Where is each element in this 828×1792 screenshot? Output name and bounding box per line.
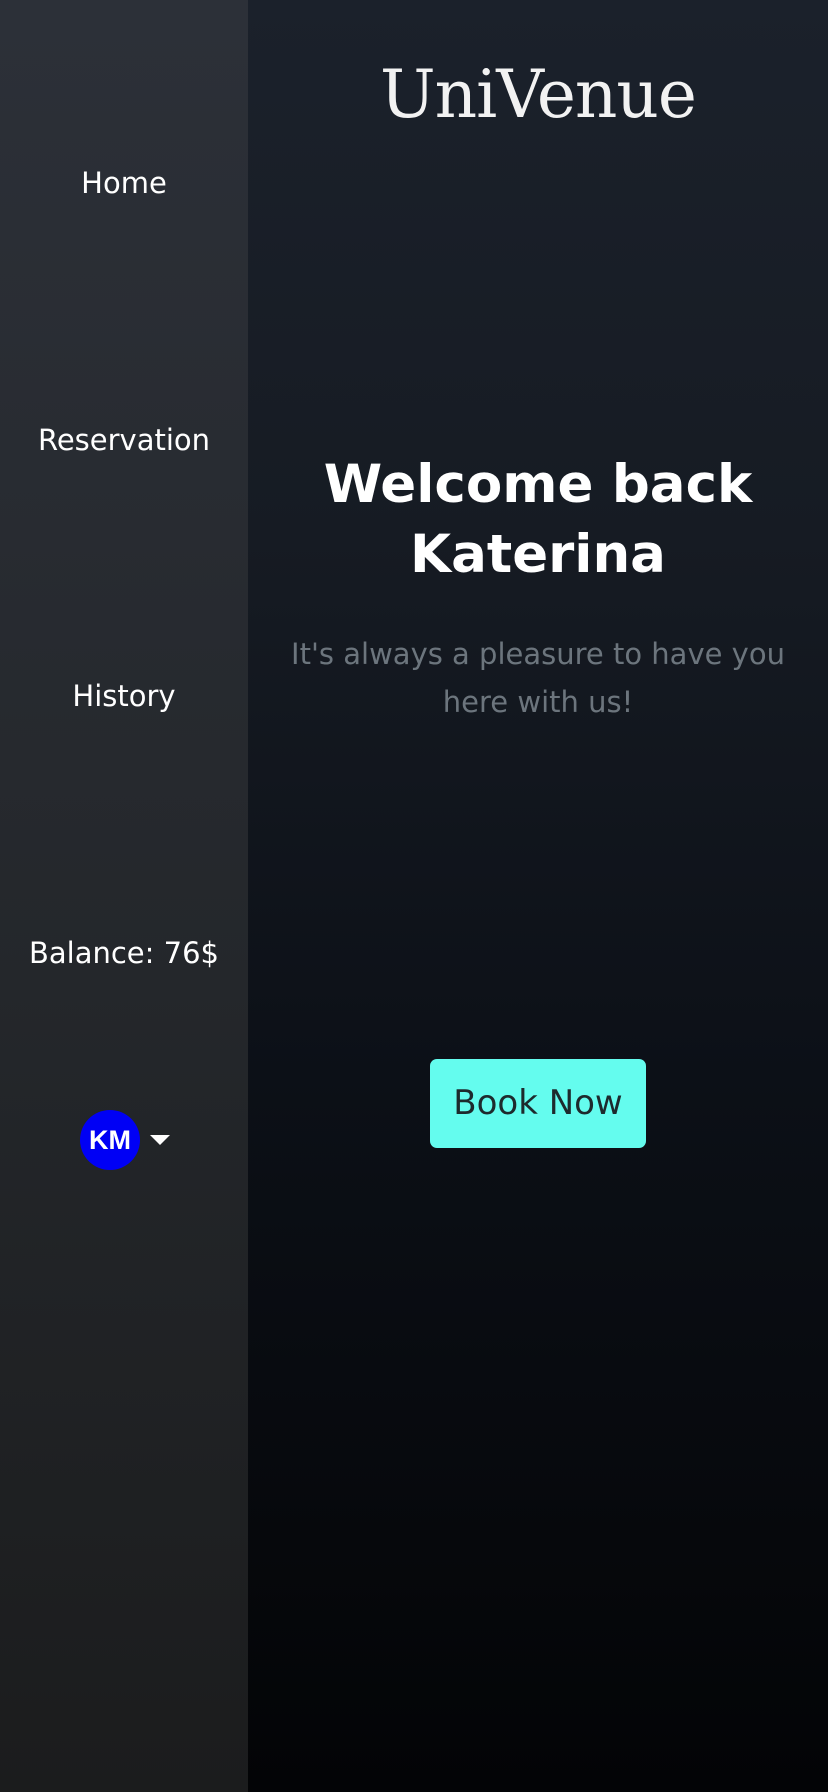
sidebar-item-history[interactable]: History [0,676,248,716]
welcome-subtitle: It's always a pleasure to have you here … [291,637,785,719]
balance-display: Balance: 76$ [0,933,248,973]
sidebar-item-home[interactable]: Home [0,163,248,203]
book-now-button[interactable]: Book Now [430,1059,646,1148]
main-content: UniVenue Welcome back Katerina It's alwa… [248,0,828,1792]
welcome-heading: Welcome back Katerina [248,450,828,590]
welcome-greeting: Welcome back [323,454,753,515]
sidebar: Home Reservation History Balance: 76$ KM [0,0,248,1792]
sidebar-item-reservation[interactable]: Reservation [0,420,248,460]
user-menu-toggle[interactable]: KM [80,1110,170,1170]
avatar[interactable]: KM [80,1110,140,1170]
balance-text: Balance: 76$ [28,936,219,970]
welcome-username: Katerina [410,524,666,585]
caret-down-icon[interactable] [150,1135,170,1145]
app-logo: UniVenue [380,56,697,133]
